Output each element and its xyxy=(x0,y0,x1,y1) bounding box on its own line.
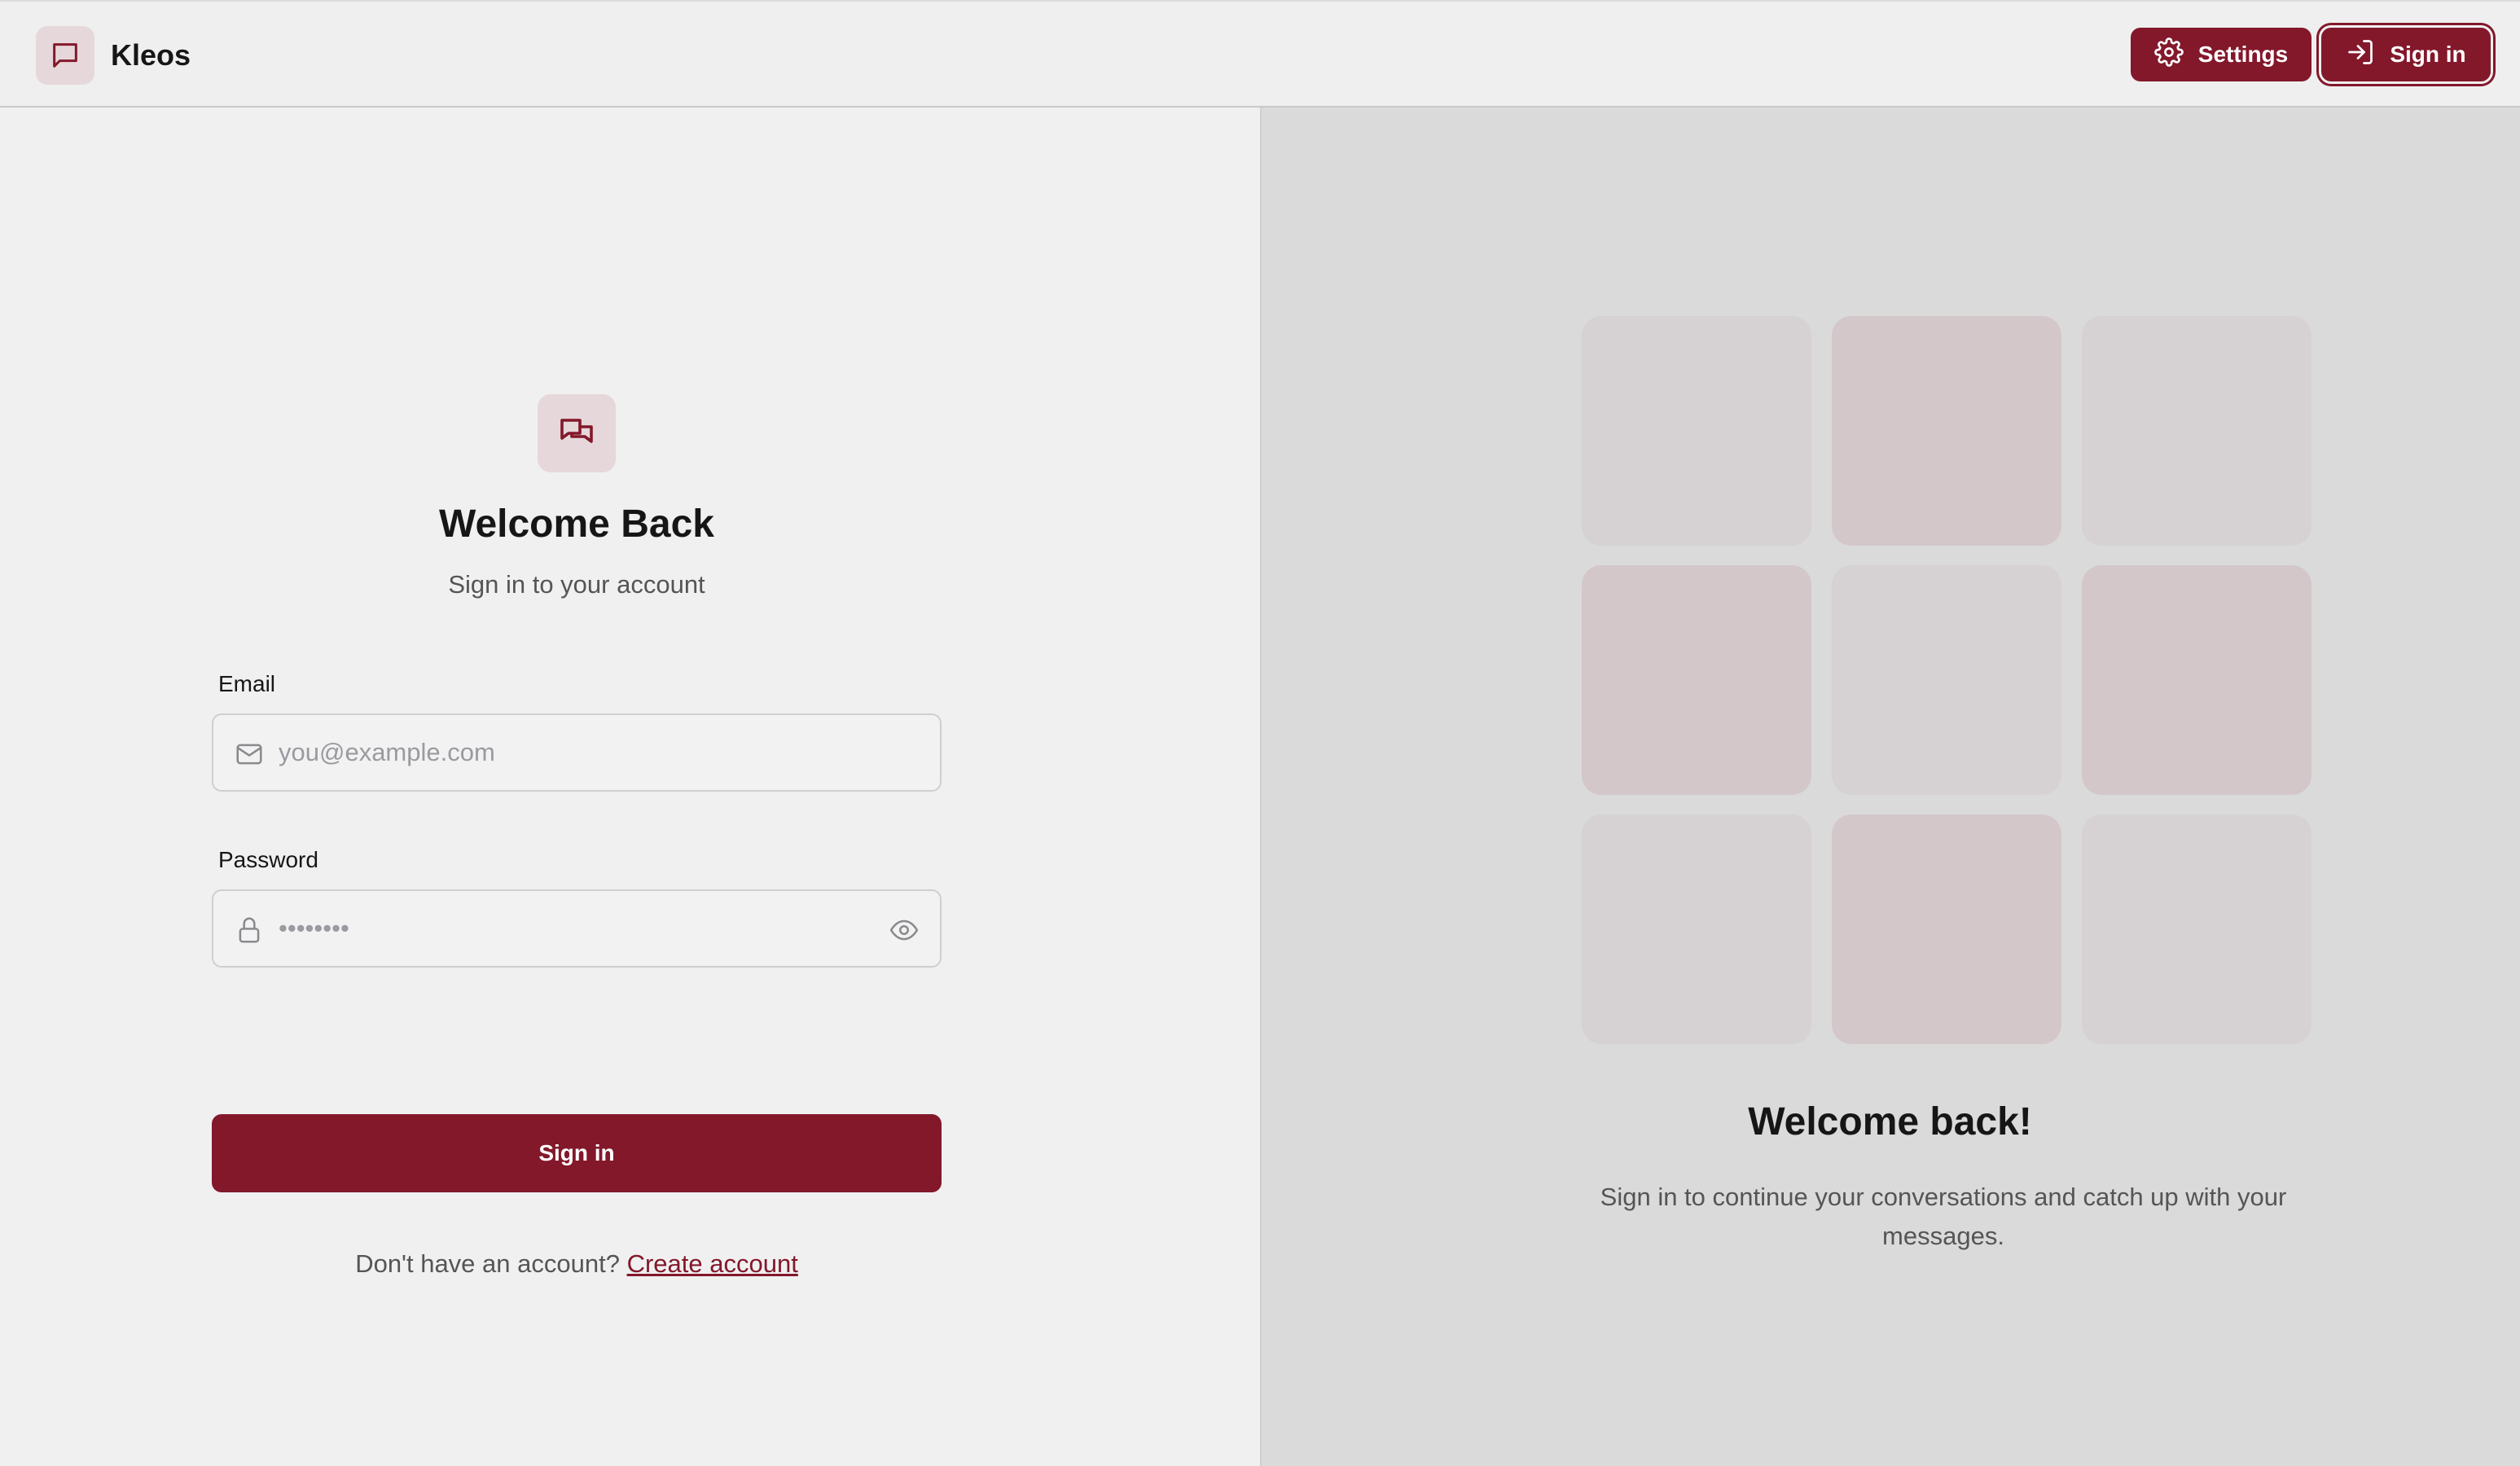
decorative-tile xyxy=(1832,565,2061,795)
decorative-tile xyxy=(1832,316,2061,546)
decorative-tile xyxy=(1582,316,1811,546)
email-label: Email xyxy=(218,671,276,696)
email-field[interactable] xyxy=(279,715,865,790)
login-subtitle: Sign in to your account xyxy=(448,570,705,599)
header-signin-label: Sign in xyxy=(2390,42,2466,67)
decorative-tile xyxy=(2082,316,2311,546)
decorative-tile xyxy=(2082,814,2311,1044)
hero-text: Sign in to continue your conversations a… xyxy=(1600,1183,2287,1250)
log-in-icon xyxy=(2346,37,2375,72)
login-panel: Welcome Back Sign in to your account Ema… xyxy=(0,108,1260,1466)
login-title: Welcome Back xyxy=(439,503,714,546)
mail-icon xyxy=(233,738,266,770)
lock-icon xyxy=(233,914,266,946)
app-title: Kleos xyxy=(111,38,191,72)
email-field-wrapper xyxy=(212,713,942,792)
header-signin-button[interactable]: Sign in xyxy=(2321,28,2491,81)
settings-button[interactable]: Settings xyxy=(2131,28,2311,81)
top-bar: Kleos Settings Sign in xyxy=(0,0,2520,108)
logo-icon[interactable] xyxy=(36,26,94,85)
eye-icon[interactable] xyxy=(886,912,922,948)
signin-submit-button[interactable]: Sign in xyxy=(212,1114,942,1192)
decorative-tile xyxy=(2082,565,2311,795)
signup-prompt: Don't have an account? Create account xyxy=(0,1248,1153,1280)
settings-label: Settings xyxy=(2197,42,2289,67)
password-field[interactable] xyxy=(279,891,865,966)
hero-title: Welcome back! xyxy=(1748,1100,2032,1143)
signup-prompt-text: Don't have an account? xyxy=(355,1249,620,1278)
decorative-tile xyxy=(1832,814,2061,1044)
decorative-tile xyxy=(1582,814,1811,1044)
messages-icon xyxy=(538,394,616,472)
password-label: Password xyxy=(218,847,318,872)
create-account-link[interactable]: Create account xyxy=(627,1249,798,1278)
gear-icon xyxy=(2153,37,2184,72)
hero-panel xyxy=(1260,108,2520,1466)
password-field-wrapper xyxy=(212,889,942,968)
decorative-tile xyxy=(1582,565,1811,795)
